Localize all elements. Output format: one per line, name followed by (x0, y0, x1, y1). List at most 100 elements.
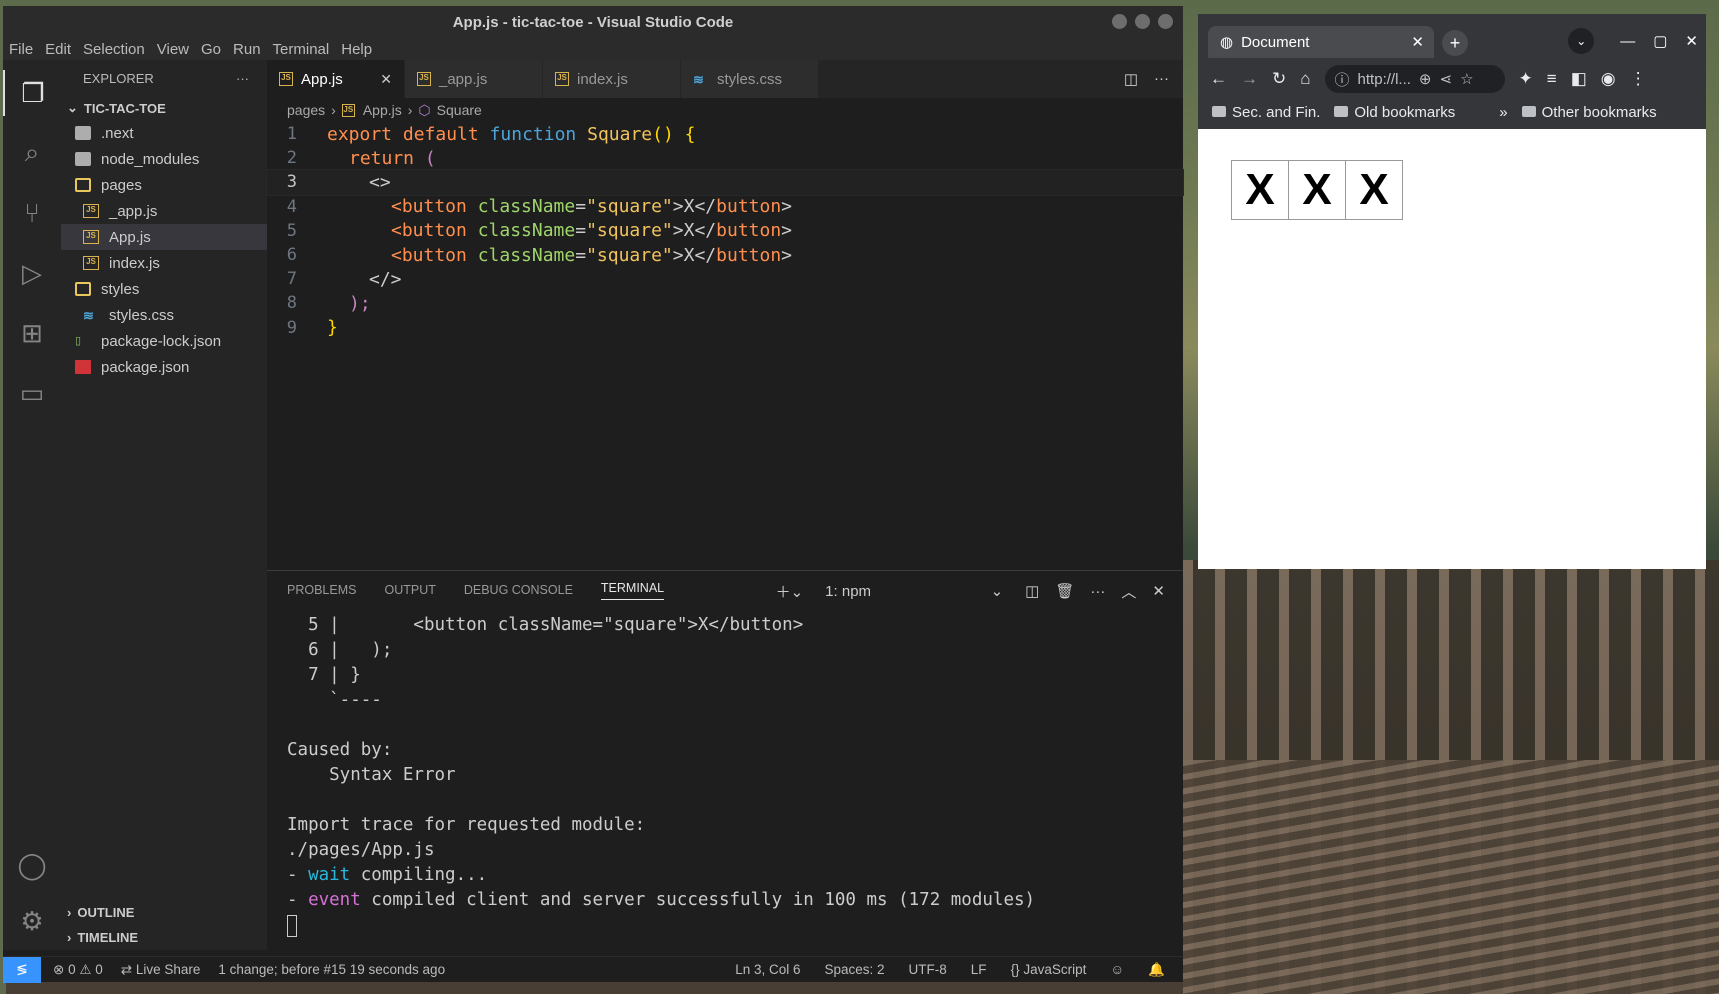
more-actions-icon[interactable]: ··· (1154, 70, 1169, 88)
close-icon[interactable]: ✕ (1152, 582, 1165, 600)
run-debug-icon[interactable]: ▷ (3, 250, 61, 296)
tree-file-app-underscore[interactable]: JS _app.js (61, 198, 267, 224)
star-icon[interactable]: ☆ (1460, 70, 1473, 88)
maximize-button[interactable] (1135, 14, 1150, 29)
tab-app-underscore-js[interactable]: JS _app.js (405, 60, 543, 98)
more-actions-icon[interactable]: ··· (236, 71, 249, 86)
menu-go[interactable]: Go (201, 41, 221, 58)
breadcrumb-folder[interactable]: pages (287, 102, 325, 118)
source-control-icon[interactable]: ⑂ (3, 190, 61, 236)
close-button[interactable] (1158, 14, 1173, 29)
tab-terminal[interactable]: TERMINAL (600, 581, 665, 600)
split-terminal-icon[interactable]: ◫ (1025, 582, 1039, 600)
chevron-up-icon[interactable]: ︿ (1121, 581, 1136, 602)
split-editor-icon[interactable]: ◫ (1124, 70, 1138, 88)
js-file-icon: JS (341, 103, 355, 117)
tree-folder-styles[interactable]: styles (61, 276, 267, 302)
reload-icon[interactable]: ↻ (1272, 69, 1286, 89)
new-terminal-icon[interactable]: ＋⌄ (776, 581, 804, 602)
menu-selection[interactable]: Selection (83, 41, 145, 58)
profile-avatar-icon[interactable]: ◉ (1601, 69, 1616, 89)
code-editor[interactable]: 1 export default function Square() { 2 r… (266, 122, 1184, 340)
tree-file-app[interactable]: JS App.js (61, 224, 267, 250)
square-button[interactable]: X (1288, 160, 1346, 220)
problems-status[interactable]: ⊗ 0 ⚠ 0 (53, 962, 103, 978)
bookmark-folder[interactable]: Old bookmarks (1334, 104, 1455, 121)
accounts-icon[interactable]: ◯ (3, 842, 61, 888)
sidebar-bottom-sections: › OUTLINE › TIMELINE (61, 900, 267, 950)
square-button[interactable]: X (1231, 160, 1289, 220)
reading-list-icon[interactable]: ≡ (1547, 69, 1557, 89)
tab-index-js[interactable]: JS index.js (543, 60, 681, 98)
home-icon[interactable]: ⌂ (1300, 69, 1310, 89)
side-panel-icon[interactable]: ◧ (1571, 69, 1587, 89)
project-folder[interactable]: ⌄ TIC-TAC-TOE (61, 96, 267, 120)
tab-problems[interactable]: PROBLEMS (287, 583, 356, 597)
bell-icon[interactable]: 🔔 (1148, 962, 1165, 978)
breadcrumb-file[interactable]: App.js (363, 102, 402, 118)
menu-terminal[interactable]: Terminal (273, 41, 330, 58)
terminal-output[interactable]: 5 | <button className="square">X</button… (267, 609, 1183, 940)
encoding[interactable]: UTF-8 (909, 962, 947, 978)
tree-folder-node-modules[interactable]: node_modules (61, 146, 267, 172)
outline-section[interactable]: › OUTLINE (61, 900, 267, 925)
browser-tab[interactable]: ◍ Document ✕ (1208, 26, 1434, 58)
timeline-section[interactable]: › TIMELINE (61, 925, 267, 950)
menu-bar: File Edit Selection View Go Run Terminal… (3, 38, 1183, 60)
tree-file-package-json[interactable]: package.json (61, 354, 267, 380)
close-icon[interactable]: ✕ (380, 71, 392, 88)
close-button[interactable]: ✕ (1685, 32, 1698, 50)
language-mode[interactable]: {} JavaScript (1011, 962, 1087, 978)
tab-styles-css[interactable]: ≋ styles.css (681, 60, 819, 98)
cursor-position[interactable]: Ln 3, Col 6 (735, 962, 800, 978)
tree-file-styles-css[interactable]: ≋ styles.css (61, 302, 267, 328)
tab-app-js[interactable]: JS App.js ✕ (267, 60, 405, 98)
tab-search-icon[interactable]: ⌄ (1568, 28, 1595, 54)
breadcrumb-symbol[interactable]: Square (437, 102, 482, 118)
token: return (349, 147, 425, 169)
remote-explorer-icon[interactable]: ▭ (3, 370, 61, 416)
maximize-button[interactable]: ▢ (1653, 32, 1667, 50)
trash-icon[interactable]: 🗑 (1055, 582, 1074, 600)
live-share-status[interactable]: ⇄ Live Share (121, 962, 201, 978)
bookmark-folder[interactable]: Sec. and Fin. (1212, 104, 1320, 121)
live-share-label: Live Share (135, 961, 201, 977)
address-bar[interactable]: ⓘ http://l... ⊕ ⋖ ☆ (1324, 65, 1505, 93)
indentation[interactable]: Spaces: 2 (825, 962, 885, 978)
more-bookmarks-icon[interactable]: » (1499, 104, 1507, 121)
new-tab-button[interactable]: + (1442, 30, 1468, 56)
settings-gear-icon[interactable]: ⚙ (3, 898, 61, 944)
minimize-button[interactable] (1112, 14, 1127, 29)
tree-folder-pages[interactable]: pages (61, 172, 267, 198)
end-of-line[interactable]: LF (971, 962, 987, 978)
menu-run[interactable]: Run (233, 41, 261, 58)
zoom-icon[interactable]: ⊕ (1419, 70, 1432, 88)
bookmark-folder[interactable]: Other bookmarks (1521, 104, 1657, 121)
menu-kebab-icon[interactable]: ⋮ (1630, 69, 1647, 89)
extensions-icon[interactable]: ⊞ (3, 310, 61, 356)
remote-indicator-icon[interactable]: ≶ (3, 956, 41, 983)
search-icon[interactable]: ⌕ (3, 130, 61, 176)
close-tab-icon[interactable]: ✕ (1411, 33, 1424, 51)
menu-file[interactable]: File (9, 41, 33, 58)
tab-debug-console[interactable]: DEBUG CONSOLE (464, 583, 573, 597)
tree-file-index[interactable]: JS index.js (61, 250, 267, 276)
share-icon[interactable]: ⋖ (1439, 70, 1452, 88)
menu-help[interactable]: Help (341, 41, 372, 58)
tab-output[interactable]: OUTPUT (384, 583, 435, 597)
tree-folder-next[interactable]: .next (61, 120, 267, 146)
forward-icon[interactable]: → (1241, 69, 1258, 89)
menu-view[interactable]: View (157, 41, 189, 58)
feedback-icon[interactable]: ☺ (1110, 962, 1124, 978)
terminal-select[interactable]: 1: npm ⌄ (819, 579, 1010, 603)
tree-file-package-lock[interactable]: ▯ package-lock.json (61, 328, 267, 354)
local-history-status[interactable]: 1 change; before #15 19 seconds ago (218, 962, 445, 978)
menu-edit[interactable]: Edit (45, 41, 71, 58)
back-icon[interactable]: ← (1210, 69, 1227, 89)
square-button[interactable]: X (1345, 160, 1403, 220)
extensions-icon[interactable]: ✦ (1519, 69, 1533, 89)
token: Square (587, 123, 653, 145)
minimize-button[interactable]: — (1620, 33, 1635, 50)
explorer-icon[interactable]: ❐ (3, 70, 61, 116)
more-actions-icon[interactable]: ··· (1090, 583, 1105, 600)
